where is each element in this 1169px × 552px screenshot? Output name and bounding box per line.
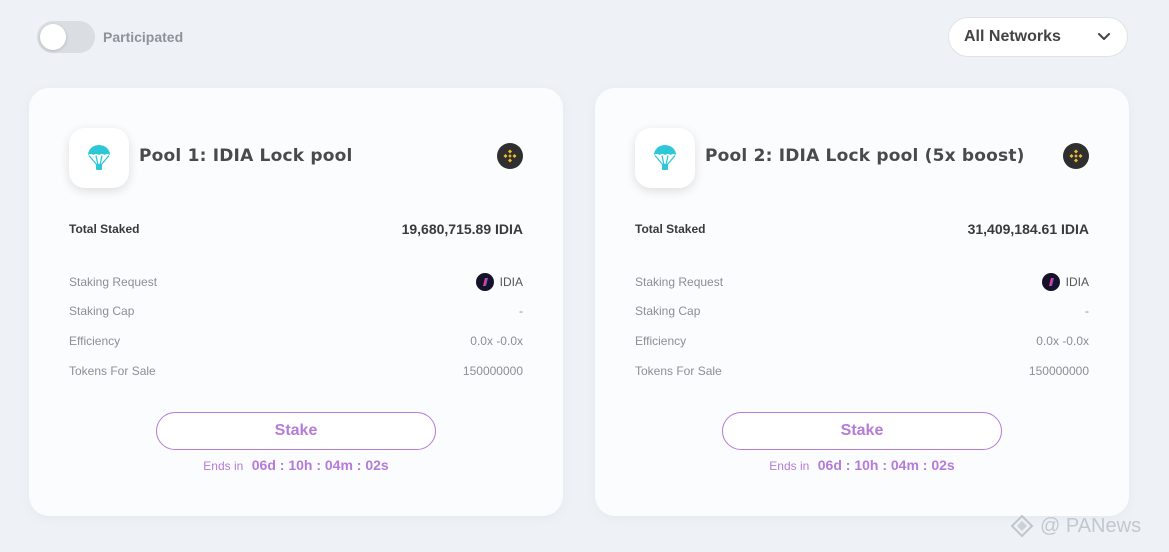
efficiency-row: Efficiency 0.0x -0.0x [69,334,523,348]
staking-cap-row: Staking Cap - [69,304,523,318]
staking-cap-value: - [1085,304,1089,318]
staking-request-token: IDIA [1041,273,1089,291]
staking-cap-label: Staking Cap [69,304,135,318]
ends-time: 06d : 10h : 04m : 02s [817,457,955,473]
efficiency-label: Efficiency [635,334,687,348]
efficiency-value: 0.0x -0.0x [470,334,523,348]
ends-label: Ends in [769,459,810,473]
staking-cap-value: - [519,304,523,318]
total-staked-row: Total Staked 31,409,184.61 IDIA [635,221,1089,237]
watermark: @ PANews [1010,514,1141,538]
participated-toggle[interactable] [37,21,95,53]
launchpad-page: Participated All Networks Pool 1: IDIA L… [0,0,1169,552]
pool-title: Pool 2: IDIA Lock pool (5x boost) [705,146,1025,166]
efficiency-row: Efficiency 0.0x -0.0x [635,334,1089,348]
tokens-for-sale-value: 150000000 [462,364,523,378]
total-staked-label: Total Staked [69,222,140,236]
idia-token-icon [475,273,494,291]
tokens-for-sale-row: Tokens For Sale 150000000 [635,364,1089,378]
total-staked-row: Total Staked 19,680,715.89 IDIA [69,221,523,237]
parachute-icon [69,128,129,188]
ends-label: Ends in [203,459,244,473]
staking-request-label: Staking Request [635,275,724,289]
network-select[interactable]: All Networks [948,17,1128,57]
staking-request-value: IDIA [1065,275,1089,289]
efficiency-value: 0.0x -0.0x [1036,334,1089,348]
idia-token-icon [1041,273,1060,291]
staking-request-row: Staking Request IDIA [635,273,1089,291]
participated-label: Participated [103,29,184,45]
tokens-for-sale-value: 150000000 [1028,364,1089,378]
stake-button[interactable]: Stake [156,412,436,450]
network-select-value: All Networks [964,28,1061,45]
efficiency-label: Efficiency [69,334,121,348]
pool-title: Pool 1: IDIA Lock pool [139,146,353,166]
total-staked-value: 31,409,184.61 IDIA [967,221,1089,237]
countdown: Ends in 06d : 10h : 04m : 02s [595,457,1129,475]
total-staked-label: Total Staked [635,222,706,236]
staking-request-label: Staking Request [69,275,158,289]
bnb-chain-icon [497,143,523,169]
bnb-chain-icon [1063,143,1089,169]
staking-request-row: Staking Request IDIA [69,273,523,291]
tokens-for-sale-row: Tokens For Sale 150000000 [69,364,523,378]
total-staked-value: 19,680,715.89 IDIA [401,221,523,237]
chevron-down-icon [1097,30,1111,44]
participated-filter: Participated [37,21,183,53]
staking-request-token: IDIA [475,273,523,291]
stake-button[interactable]: Stake [722,412,1002,450]
staking-cap-label: Staking Cap [635,304,701,318]
tokens-for-sale-label: Tokens For Sale [69,364,156,378]
pool-card-1: Pool 1: IDIA Lock pool Total Staked 19,6… [29,88,563,516]
staking-cap-row: Staking Cap - [635,304,1089,318]
watermark-text: @ PANews [1040,514,1142,537]
watermark-logo-icon [1010,514,1034,538]
ends-time: 06d : 10h : 04m : 02s [251,457,389,473]
countdown: Ends in 06d : 10h : 04m : 02s [29,457,563,475]
pool-card-2: Pool 2: IDIA Lock pool (5x boost) Total … [595,88,1129,516]
tokens-for-sale-label: Tokens For Sale [635,364,722,378]
staking-request-value: IDIA [499,275,523,289]
parachute-icon [635,128,695,188]
toggle-knob [40,24,66,50]
